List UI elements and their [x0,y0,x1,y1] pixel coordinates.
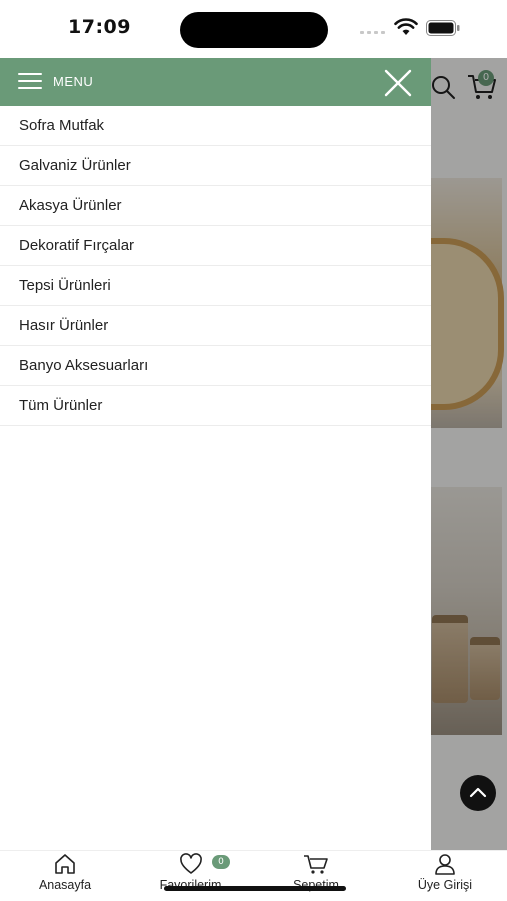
tab-home-label: Anasayfa [38,878,92,892]
menu-item-galvaniz-urunler[interactable]: Galvaniz Ürünler [0,146,431,186]
menu-item-tepsi-urunleri[interactable]: Tepsi Ürünleri [0,266,431,306]
home-icon [55,854,75,874]
bottom-tab-bar: Anasayfa 0 Favorilerim Sepetim Üye Giriş… [0,850,507,901]
scroll-to-top-button[interactable] [460,775,496,811]
chevron-up-icon [469,787,487,798]
status-bar: 17:09 [0,0,507,58]
drawer-backdrop[interactable] [431,58,507,850]
close-menu-button[interactable] [382,67,414,99]
tab-home[interactable]: Anasayfa [30,853,100,892]
menu-item-akasya-urunler[interactable]: Akasya Ürünler [0,186,431,226]
tab-account-label: Üye Girişi [417,878,473,892]
favorites-count-badge: 0 [212,855,230,869]
home-indicator [164,886,346,891]
status-time: 17:09 [68,16,131,38]
battery-icon [426,20,460,36]
category-list: Sofra Mutfak Galvaniz Ürünler Akasya Ürü… [0,106,431,426]
menu-item-hasir-urunler[interactable]: Hasır Ürünler [0,306,431,346]
dynamic-island [180,12,328,48]
cellular-signal-icon [360,31,385,34]
cart-icon [304,855,328,874]
drawer-header: MENU [0,58,431,106]
wifi-icon [394,18,418,35]
menu-item-banyo-aksesuarlari[interactable]: Banyo Aksesuarları [0,346,431,386]
menu-item-dekoratif-fircalar[interactable]: Dekoratif Fırçalar [0,226,431,266]
user-icon [435,854,455,875]
heart-icon [179,853,202,874]
tab-account[interactable]: Üye Girişi [406,853,484,892]
hamburger-icon [18,73,42,91]
menu-title: MENU [53,74,94,89]
menu-item-sofra-mutfak[interactable]: Sofra Mutfak [0,106,431,146]
side-menu-drawer: MENU Sofra Mutfak Galvaniz Ürünler Akasy… [0,58,431,850]
menu-item-tum-urunler[interactable]: Tüm Ürünler [0,386,431,426]
